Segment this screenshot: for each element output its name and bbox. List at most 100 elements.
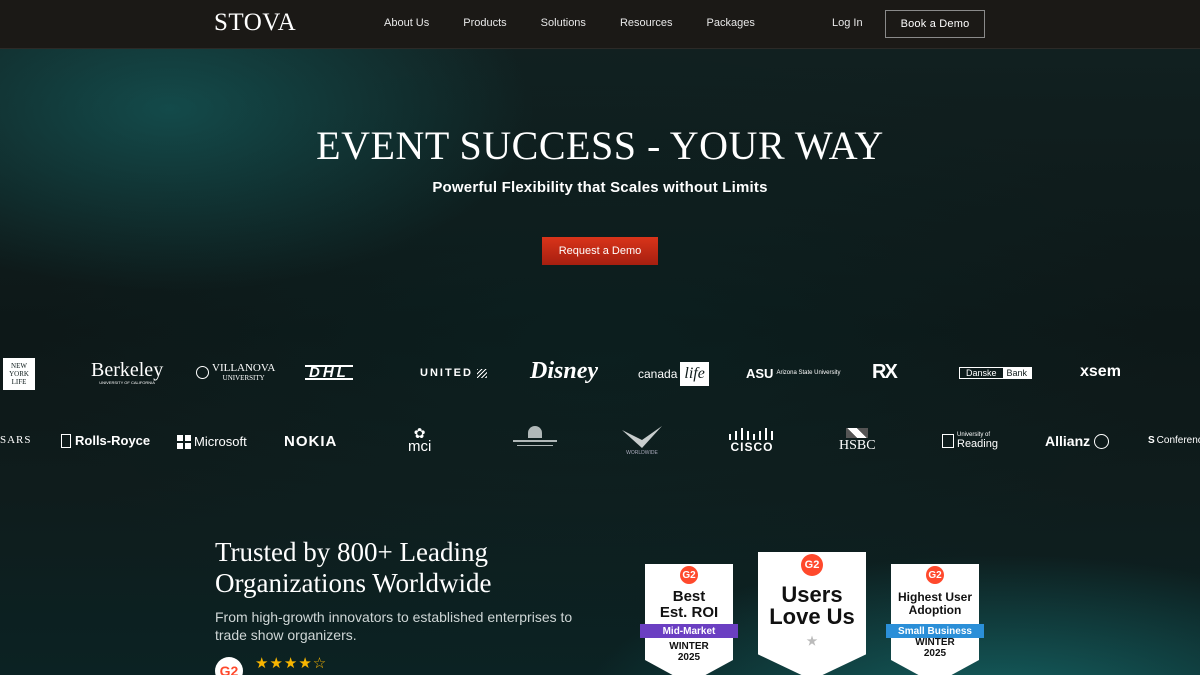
- conference-wordmark: Conference: [1156, 435, 1200, 446]
- badge-line-2: Love Us: [769, 604, 855, 629]
- worldwide-wordmark: WORLDWIDE: [626, 450, 658, 456]
- dhl-logo: DHL: [305, 365, 353, 380]
- villanova-subline: UNIVERSITY: [222, 374, 265, 382]
- nyl-line-3: LIFE: [11, 378, 27, 386]
- university-of-reading-logo: University of Reading: [942, 432, 998, 450]
- asu-subline: Arizona State University: [776, 370, 841, 376]
- nav-packages[interactable]: Packages: [707, 17, 755, 29]
- worldwide-chevron-icon: [622, 426, 662, 448]
- trusted-heading: Trusted by 800+ Leading Organizations Wo…: [215, 537, 492, 599]
- badge-line-1: Users: [781, 582, 843, 607]
- nyl-line-1: NEW: [11, 362, 27, 370]
- disney-wordmark: Disney: [530, 358, 598, 384]
- nokia-logo: NOKIA: [284, 433, 337, 450]
- mci-logo: ✿ mci: [408, 426, 431, 454]
- united-wordmark: UNITED: [420, 367, 473, 379]
- allianz-logo: Allianz: [1045, 433, 1110, 449]
- cisco-logo: CISCO: [728, 428, 776, 454]
- capitol-base-icon: [513, 440, 557, 442]
- berkeley-subline: UNIVERSITY OF CALIFORNIA: [99, 380, 155, 385]
- rx-logo: RX: [872, 361, 898, 384]
- disney-logo: Disney: [530, 358, 598, 385]
- nav-products[interactable]: Products: [463, 17, 506, 29]
- microsoft-wordmark: Microsoft: [194, 434, 247, 449]
- canada-life-wordmark-a: canada: [638, 367, 678, 381]
- badge-g2-icon: G2: [680, 566, 698, 584]
- nav-links: About Us Products Solutions Resources Pa…: [384, 17, 789, 29]
- request-demo-button[interactable]: Request a Demo: [542, 237, 658, 265]
- capitol-text-rule-icon: [517, 445, 553, 446]
- worldwide-logo: WORLDWIDE: [622, 426, 662, 456]
- trusted-heading-line-2: Organizations Worldwide: [215, 568, 492, 598]
- xsem-logo: xsem: [1080, 363, 1121, 381]
- nav-about-us[interactable]: About Us: [384, 17, 429, 29]
- new-york-life-logo: NEW YORK LIFE: [3, 358, 35, 390]
- badge-star-icon: ★: [806, 634, 818, 648]
- badge-highest-user-adoption: G2 Highest User Adoption WINTER 2025: [891, 564, 979, 675]
- united-logo: UNITED: [420, 367, 487, 379]
- badge-year: 2025: [677, 652, 701, 663]
- nyl-line-2: YORK: [9, 370, 29, 378]
- conference-s-icon: S: [1148, 435, 1155, 446]
- badge-line-2: Adoption: [908, 603, 962, 617]
- stova-logo[interactable]: STOVA: [214, 9, 296, 37]
- berkeley-logo: Berkeley UNIVERSITY OF CALIFORNIA: [91, 360, 163, 385]
- conference-logo: S Conference: [1148, 435, 1200, 446]
- allianz-eagle-icon: [1094, 433, 1110, 449]
- reading-crest-icon: [942, 434, 954, 448]
- hero-subtitle: Powerful Flexibility that Scales without…: [432, 179, 768, 196]
- badge-users-love-us: G2 Users Love Us ★: [758, 552, 866, 675]
- client-logos-row-2: SARS Rolls-Royce Microsoft NOKIA ✿ mci W…: [0, 422, 1200, 462]
- bank-wordmark: Bank: [1002, 368, 1032, 378]
- asu-logo: ASU Arizona State University: [746, 366, 841, 381]
- reading-wordmark-b: Reading: [957, 438, 998, 450]
- hsbc-wordmark: HSBC: [839, 438, 876, 453]
- badge-season: WINTER: [669, 641, 709, 652]
- villanova-logo: VILLANOVA UNIVERSITY: [196, 363, 275, 382]
- capitol-dome-icon: [528, 426, 542, 438]
- rolls-royce-logo: Rolls-Royce: [61, 433, 150, 448]
- nav-resources[interactable]: Resources: [620, 17, 673, 29]
- allianz-wordmark: Allianz: [1045, 433, 1091, 449]
- hero-title: EVENT SUCCESS - YOUR WAY: [316, 123, 884, 168]
- dhl-wordmark: DHL: [309, 364, 349, 381]
- client-logos-row-1: NEW YORK LIFE Berkeley UNIVERSITY OF CAL…: [0, 354, 1200, 394]
- trusted-description: From high-growth innovators to establish…: [215, 609, 573, 643]
- rolls-royce-wordmark: Rolls-Royce: [75, 433, 151, 448]
- nav-solutions[interactable]: Solutions: [541, 17, 586, 29]
- badge-season: WINTER: [915, 637, 955, 648]
- badge-line-2: Est. ROI: [659, 604, 719, 621]
- villanova-wordmark: VILLANOVA: [212, 362, 276, 374]
- danske-bank-logo: Danske Bank: [959, 367, 1033, 379]
- canada-life-wordmark-b: life: [680, 362, 709, 386]
- capitol-logo: [512, 426, 558, 458]
- badge-g2-icon: G2: [801, 554, 823, 576]
- united-globe-icon: [476, 368, 487, 378]
- hsbc-logo: HSBC: [839, 428, 876, 454]
- badge-best-est-roi: G2 Best Est. ROI WINTER 2025: [645, 564, 733, 675]
- villanova-seal-icon: [196, 366, 209, 379]
- mci-wordmark: mci: [408, 438, 432, 455]
- rating-stars: ★★★★☆: [255, 655, 328, 672]
- badge-ribbon-mid-market: Mid-Market: [640, 624, 738, 638]
- cisco-wordmark: CISCO: [730, 440, 774, 454]
- badge-g2-icon: G2: [926, 566, 944, 584]
- microsoft-logo: Microsoft: [177, 434, 247, 449]
- trusted-heading-line-1: Trusted by 800+ Leading: [215, 537, 488, 567]
- nokia-wordmark: NOKIA: [284, 433, 338, 450]
- xsem-wordmark: xsem: [1080, 363, 1121, 380]
- badge-year: 2025: [923, 648, 947, 659]
- asu-wordmark: ASU: [746, 366, 774, 381]
- berkeley-wordmark: Berkeley: [91, 359, 164, 381]
- login-link[interactable]: Log In: [832, 17, 863, 29]
- rx-wordmark: RX: [872, 361, 898, 383]
- top-nav: STOVA About Us Products Solutions Resour…: [0, 0, 1200, 49]
- book-demo-button[interactable]: Book a Demo: [885, 10, 985, 38]
- sars-logo: SARS: [0, 434, 32, 446]
- badge-ribbon-small-business: Small Business: [886, 624, 984, 638]
- danske-wordmark: Danske: [966, 368, 997, 378]
- sars-wordmark: SARS: [0, 434, 32, 446]
- rolls-royce-emblem-icon: [61, 433, 71, 448]
- cisco-bars-icon: [729, 428, 773, 440]
- badge-line-1: Best: [672, 588, 706, 605]
